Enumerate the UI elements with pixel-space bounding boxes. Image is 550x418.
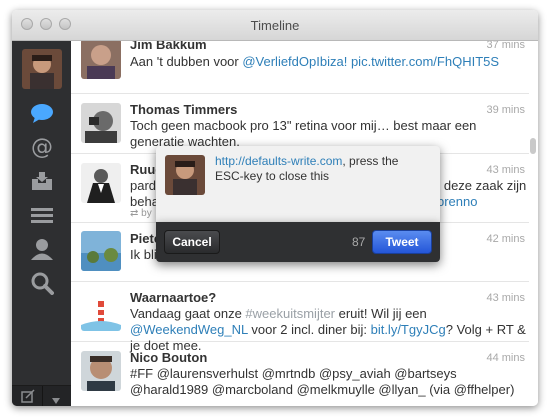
svg-text:@: @ [31,135,53,160]
user-avatar[interactable] [81,103,121,143]
app-window: Timeline @ Jim Bakkum 37 mins Aan 't dub… [12,10,538,406]
user-avatar[interactable] [81,231,121,271]
user-avatar[interactable] [81,163,121,203]
tweet-time: 43 mins [486,292,525,304]
tweet-author[interactable]: Nico Bouton [130,350,207,365]
tweet-time: 42 mins [486,233,525,245]
tweet-author[interactable]: Waarnaartoe? [130,290,216,305]
tweet-time: 44 mins [486,352,525,364]
tweet-item[interactable]: Nico Bouton 44 mins #FF @laurensverhulst… [71,341,529,406]
mention-link[interactable]: @WeekendWeg_NL [130,322,248,337]
tweet-text: Aan 't dubben voor @VerliefdOpIbiza! pic… [130,54,500,69]
compose-text[interactable]: http://defaults-write.com, press the ESC… [215,154,430,184]
scrollbar-thumb[interactable] [530,138,536,154]
compose-avatar [165,155,205,195]
user-avatar[interactable] [81,291,121,331]
character-count: 87 [352,235,366,249]
sidebar-footer [12,385,71,406]
user-avatar[interactable] [81,41,121,79]
hashtag-link[interactable]: #weekuitsmijter [245,306,335,321]
tweet-author[interactable]: Jim Bakkum [130,41,207,52]
lists-icon[interactable] [26,201,58,229]
retweet-info: ⇄ by [130,208,152,219]
tweet-button[interactable]: Tweet [372,230,432,254]
profile-icon[interactable] [26,235,58,263]
compose-link[interactable]: http://defaults-write.com [215,154,342,168]
search-icon[interactable] [26,269,58,297]
window-title: Timeline [250,18,300,33]
chevron-down-icon[interactable] [51,392,61,406]
tweet-item[interactable]: Thomas Timmers 39 mins Toch geen macbook… [71,93,529,154]
user-avatar[interactable] [81,351,121,391]
messages-inbox-icon[interactable] [26,167,58,195]
tweet-time: 39 mins [486,104,525,116]
mentions-at-icon[interactable]: @ [26,133,58,161]
tweet-text: #FF @laurensverhulst @mrtndb @psy_aviah … [130,366,515,397]
account-avatar[interactable] [22,49,62,89]
url-link[interactable]: bit.ly/TgyJCg [371,322,446,337]
mention-link[interactable]: @VerliefdOpIbiza! [242,54,347,69]
tweet-item[interactable]: Jim Bakkum 37 mins Aan 't dubben voor @V… [71,41,529,94]
tweet-time: 37 mins [486,41,525,51]
tweet-item[interactable]: Waarnaartoe? 43 mins Vandaag gaat onze #… [71,281,529,353]
tweet-time: 43 mins [486,164,525,176]
tweet-author[interactable]: Thomas Timmers [130,102,237,117]
compose-icon[interactable] [21,389,35,406]
cancel-button[interactable]: Cancel [164,230,220,254]
compose-area[interactable]: http://defaults-write.com, press the ESC… [156,146,440,222]
title-bar: Timeline [12,10,538,41]
sidebar: @ [12,41,71,406]
compose-toolbar: Cancel 87 Tweet [156,222,440,262]
compose-popover: http://defaults-write.com, press the ESC… [156,146,440,262]
pic-link[interactable]: pic.twitter.com/FhQHIT5S [351,54,499,69]
timeline-bubble-icon[interactable] [26,99,58,127]
retweet-icon: ⇄ [130,208,142,219]
